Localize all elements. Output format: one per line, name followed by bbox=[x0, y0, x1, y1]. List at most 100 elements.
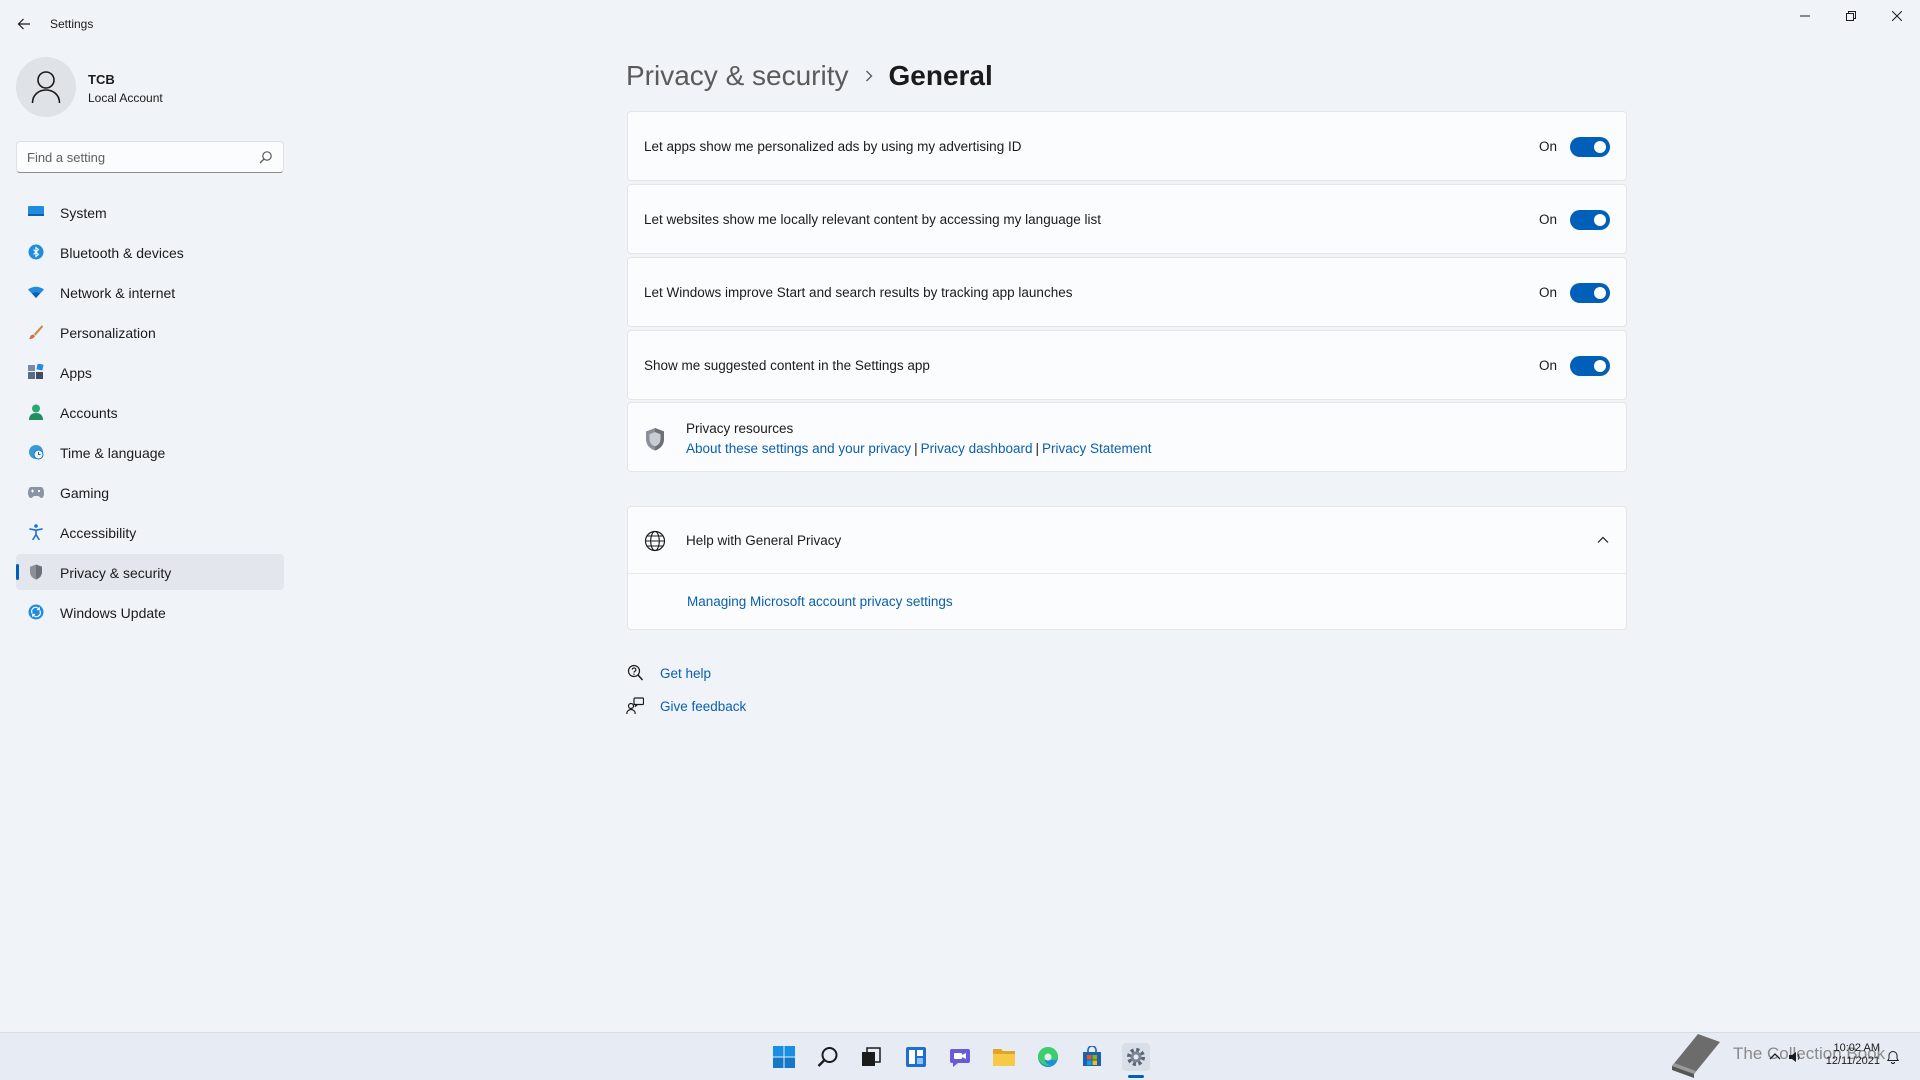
get-help-link[interactable]: Get help bbox=[660, 666, 711, 681]
bluetooth-icon bbox=[28, 244, 44, 260]
feedback-icon bbox=[626, 697, 644, 715]
sidebar-item-label: Windows Update bbox=[60, 605, 166, 621]
give-feedback-link[interactable]: Give feedback bbox=[660, 699, 746, 714]
taskbar-clock[interactable]: 10:02 AM 12/11/2021 bbox=[1820, 1042, 1880, 1068]
app-launches-toggle[interactable] bbox=[1570, 283, 1610, 303]
accessibility-icon bbox=[28, 524, 44, 540]
avatar bbox=[16, 57, 76, 117]
give-feedback-row: Give feedback bbox=[626, 695, 746, 717]
toggle-knob bbox=[1594, 287, 1606, 299]
profile-name: TCB bbox=[88, 72, 115, 87]
link-separator: | bbox=[1035, 441, 1039, 456]
breadcrumb: Privacy & security General bbox=[626, 56, 993, 96]
advertising-id-toggle[interactable] bbox=[1570, 137, 1610, 157]
apps-icon bbox=[28, 364, 44, 380]
toggle-knob bbox=[1594, 214, 1606, 226]
sidebar-item-label: Accounts bbox=[60, 405, 118, 421]
edge-icon[interactable] bbox=[1034, 1043, 1062, 1071]
breadcrumb-parent-link[interactable]: Privacy & security bbox=[626, 60, 849, 92]
sidebar-item-label: Time & language bbox=[60, 445, 166, 461]
sidebar-item-bluetooth[interactable]: Bluetooth & devices bbox=[16, 234, 284, 270]
toggle-state-text: On bbox=[1539, 358, 1558, 373]
privacy-statement-link[interactable]: Privacy Statement bbox=[1042, 441, 1152, 456]
sidebar-item-label: Privacy & security bbox=[60, 565, 172, 581]
sidebar-item-label: Apps bbox=[60, 365, 92, 381]
monitor-icon bbox=[28, 204, 44, 220]
notification-icon[interactable] bbox=[1886, 1050, 1900, 1064]
close-button[interactable] bbox=[1874, 0, 1920, 32]
task-view-icon[interactable] bbox=[857, 1043, 885, 1071]
chevron-up-icon[interactable] bbox=[1596, 533, 1610, 547]
sidebar-item-network[interactable]: Network & internet bbox=[16, 274, 284, 310]
shield-icon bbox=[28, 564, 44, 580]
back-arrow-icon bbox=[17, 18, 30, 30]
link-separator: | bbox=[914, 441, 918, 456]
toggle-state-text: On bbox=[1539, 139, 1558, 154]
back-button[interactable] bbox=[12, 12, 36, 36]
book-watermark-icon bbox=[1672, 1034, 1720, 1078]
person-avatar-icon bbox=[31, 71, 61, 104]
help-general-privacy-card: Help with General Privacy Managing Micro… bbox=[627, 506, 1627, 630]
sidebar-item-system[interactable]: System bbox=[16, 194, 284, 230]
shield-icon bbox=[646, 428, 664, 451]
widgets-icon[interactable] bbox=[902, 1043, 930, 1071]
profile-account-type: Local Account bbox=[88, 91, 163, 105]
privacy-dashboard-link[interactable]: Privacy dashboard bbox=[921, 441, 1033, 456]
setting-label: Let Windows improve Start and search res… bbox=[644, 285, 1073, 300]
clock-time: 10:02 AM bbox=[1833, 1042, 1880, 1054]
setting-label: Let websites show me locally relevant co… bbox=[644, 212, 1101, 227]
store-icon[interactable] bbox=[1078, 1043, 1106, 1071]
managing-account-privacy-link[interactable]: Managing Microsoft account privacy setti… bbox=[687, 594, 953, 609]
restore-icon bbox=[1846, 11, 1856, 21]
restore-button[interactable] bbox=[1828, 0, 1874, 32]
sidebar-item-label: Accessibility bbox=[60, 525, 137, 541]
windows-start-icon[interactable] bbox=[770, 1043, 798, 1071]
chat-icon[interactable] bbox=[946, 1043, 974, 1071]
wifi-icon bbox=[28, 284, 44, 300]
setting-label: Show me suggested content in the Setting… bbox=[644, 358, 930, 373]
person-icon bbox=[28, 404, 44, 420]
user-profile[interactable]: TCB Local Account bbox=[16, 57, 276, 117]
sidebar-item-accessibility[interactable]: Accessibility bbox=[16, 514, 284, 550]
tray-chevron-up-icon[interactable] bbox=[1768, 1050, 1782, 1064]
toggle-state-text: On bbox=[1539, 212, 1558, 227]
suggested-content-toggle[interactable] bbox=[1570, 356, 1610, 376]
clock-date: 12/11/2021 bbox=[1825, 1055, 1880, 1067]
chevron-right-icon bbox=[849, 66, 889, 86]
volume-icon[interactable] bbox=[1788, 1050, 1802, 1064]
search-icon[interactable] bbox=[259, 150, 273, 164]
language-list-toggle[interactable] bbox=[1570, 210, 1610, 230]
sidebar-nav: System Bluetooth & devices Network & int… bbox=[16, 194, 284, 634]
sidebar-item-privacy-security[interactable]: Privacy & security bbox=[16, 554, 284, 590]
sidebar-item-gaming[interactable]: Gaming bbox=[16, 474, 284, 510]
help-card-header[interactable]: Help with General Privacy bbox=[628, 507, 1626, 574]
search-input[interactable] bbox=[27, 142, 247, 172]
toggle-knob bbox=[1594, 360, 1606, 372]
app-title: Settings bbox=[50, 17, 94, 31]
file-explorer-icon[interactable] bbox=[990, 1043, 1018, 1071]
about-privacy-link[interactable]: About these settings and your privacy bbox=[686, 441, 911, 456]
sidebar-item-windows-update[interactable]: Windows Update bbox=[16, 594, 284, 630]
toggle-knob bbox=[1594, 141, 1606, 153]
setting-card-suggested-content: Show me suggested content in the Setting… bbox=[627, 330, 1627, 400]
privacy-resources-card: Privacy resources About these settings a… bbox=[627, 402, 1627, 472]
page-title: General bbox=[888, 60, 993, 91]
sidebar-item-time-language[interactable]: Time & language bbox=[16, 434, 284, 470]
taskbar bbox=[0, 1032, 1920, 1080]
sidebar-item-label: Gaming bbox=[60, 485, 110, 501]
get-help-row: Get help bbox=[626, 662, 711, 684]
minimize-icon bbox=[1800, 15, 1810, 17]
privacy-resources-title: Privacy resources bbox=[686, 421, 794, 436]
setting-card-app-launches: Let Windows improve Start and search res… bbox=[627, 257, 1627, 327]
settings-gear-icon[interactable] bbox=[1122, 1043, 1150, 1071]
sidebar-item-personalization[interactable]: Personalization bbox=[16, 314, 284, 350]
search-icon[interactable] bbox=[814, 1043, 842, 1071]
minimize-button[interactable] bbox=[1782, 0, 1828, 32]
sidebar-item-accounts[interactable]: Accounts bbox=[16, 394, 284, 430]
help-card-title: Help with General Privacy bbox=[686, 533, 842, 548]
setting-card-language-list: Let websites show me locally relevant co… bbox=[627, 184, 1627, 254]
active-app-indicator bbox=[1128, 1075, 1144, 1078]
sidebar-item-apps[interactable]: Apps bbox=[16, 354, 284, 390]
privacy-resources-links: About these settings and your privacy | Pr… bbox=[686, 441, 1152, 456]
get-help-icon bbox=[627, 664, 644, 681]
